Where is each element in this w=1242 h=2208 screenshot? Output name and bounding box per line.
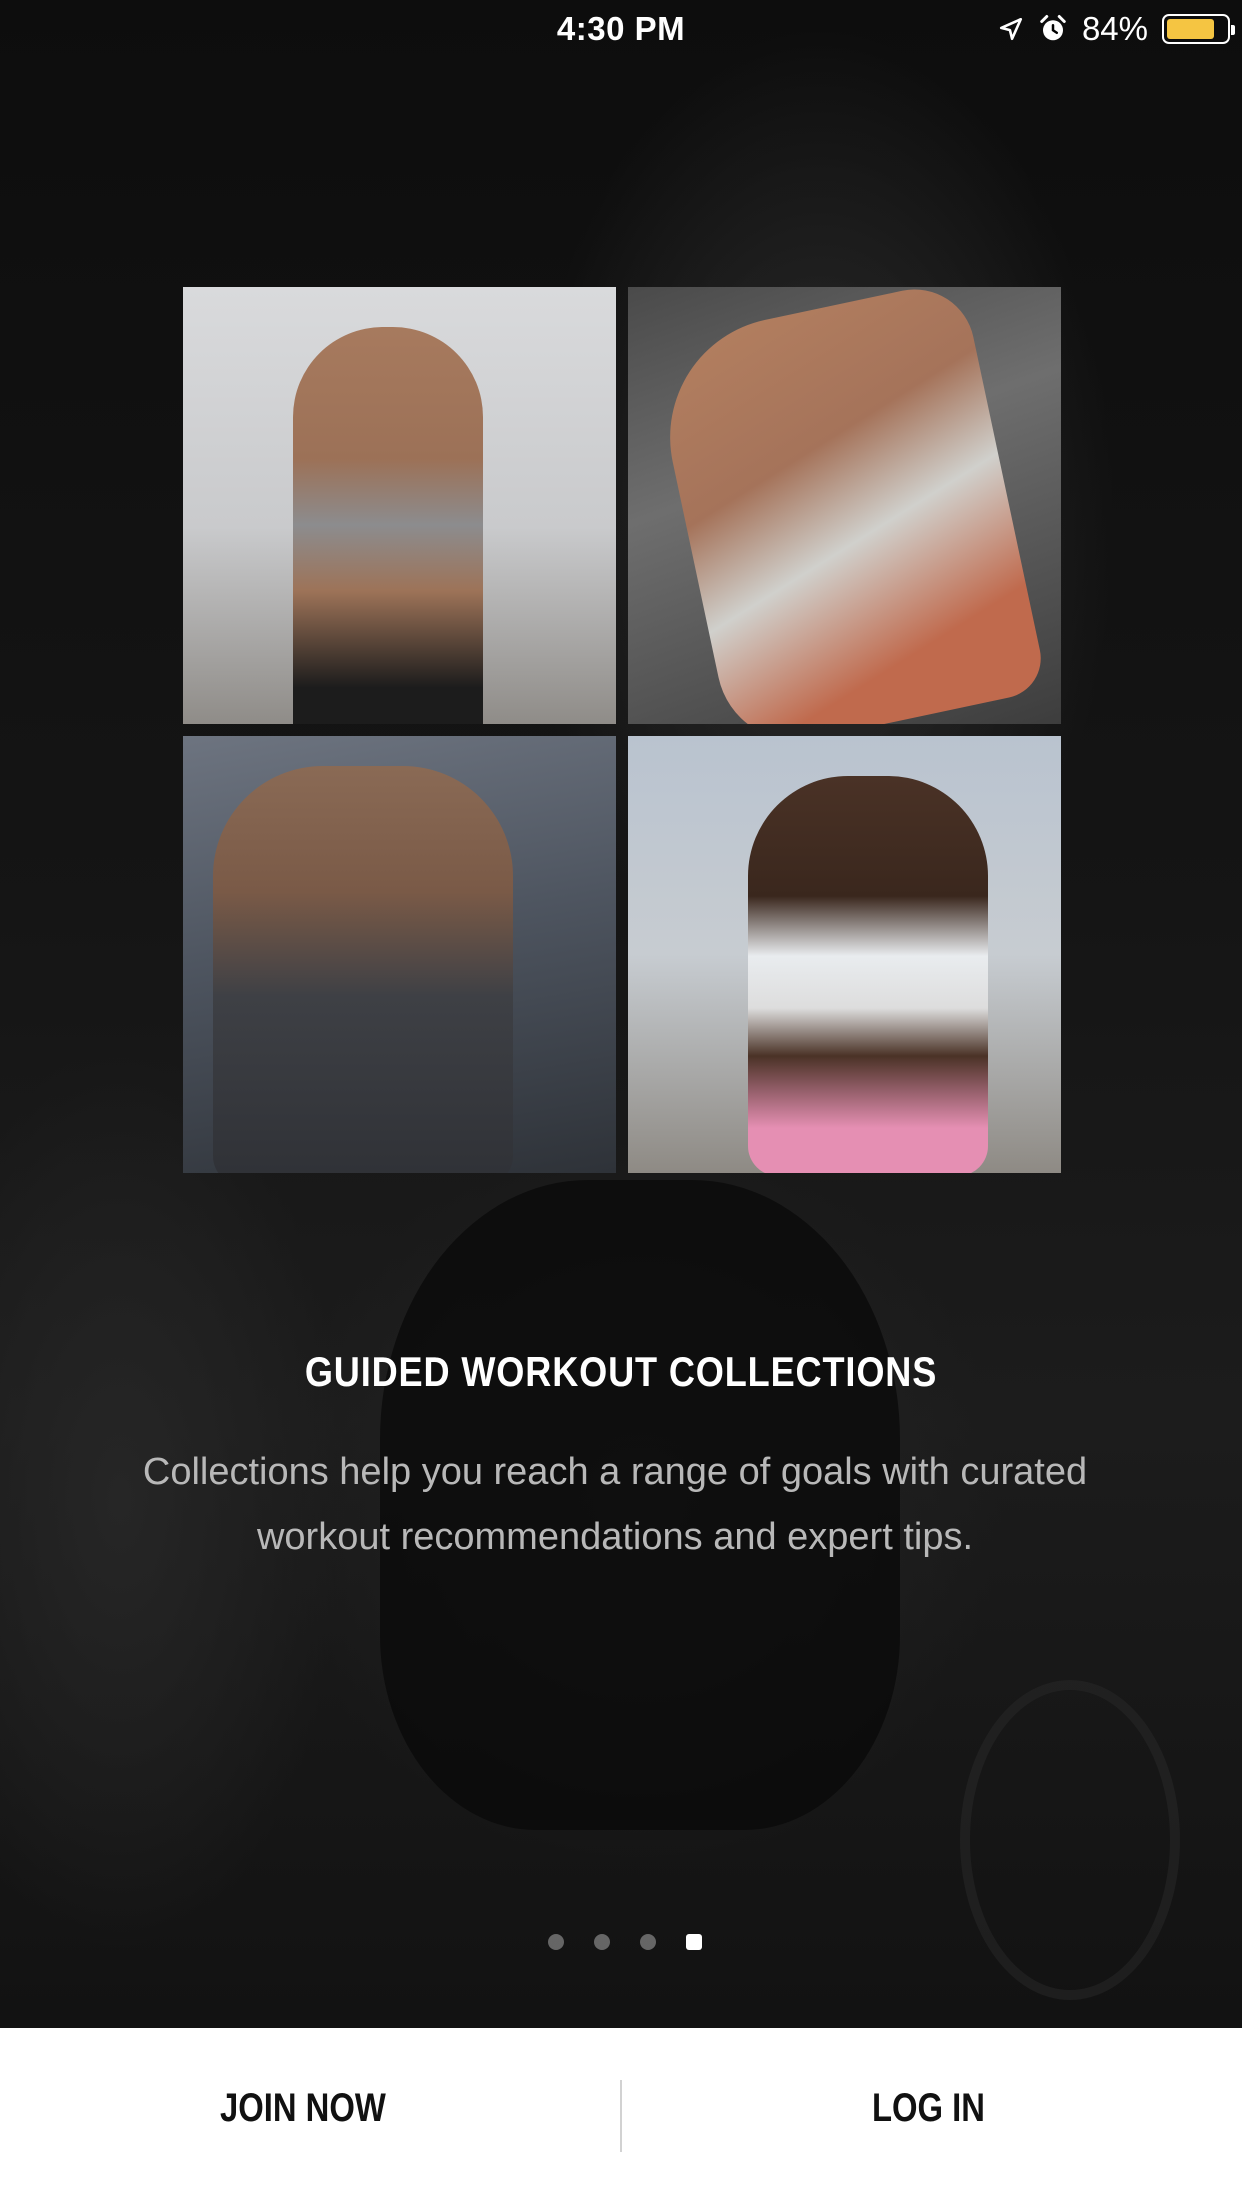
workout-collage-image <box>183 287 1061 1173</box>
athlete-figure <box>293 327 483 724</box>
status-icons: 84% <box>998 10 1235 48</box>
log-in-label: LOG IN <box>872 2086 985 2130</box>
onboarding-screen: 4:30 PM 84% GUIDED WORKOUT COLLECTIONS C… <box>0 0 1242 2208</box>
battery-percent: 84% <box>1081 10 1148 47</box>
athlete-figure <box>748 776 988 1173</box>
page-indicator[interactable] <box>540 1932 708 1952</box>
log-in-button[interactable]: LOG IN <box>872 2068 1010 2148</box>
page-dot-active[interactable] <box>686 1934 702 1950</box>
page-dot[interactable] <box>594 1934 610 1950</box>
athlete-figure <box>213 766 513 1173</box>
status-bar: 4:30 PM 84% <box>0 0 1242 58</box>
bottom-action-bar: JOIN NOW LOG IN <box>0 2028 1242 2208</box>
woman-outdoor-photo <box>628 736 1061 1173</box>
woman-stretching-photo <box>628 287 1061 724</box>
background-weight-plate <box>960 1680 1180 2000</box>
battery-icon <box>1162 14 1235 44</box>
join-now-button[interactable]: JOIN NOW <box>220 2068 422 2148</box>
page-dot[interactable] <box>640 1934 656 1950</box>
man-training-photo <box>183 736 616 1173</box>
location-arrow-icon <box>999 17 1022 41</box>
woman-reaching-photo <box>183 287 616 724</box>
alarm-clock-icon <box>1040 15 1066 41</box>
athlete-figure <box>647 287 1049 724</box>
battery-fill <box>1167 19 1214 39</box>
bottom-divider <box>620 2080 622 2152</box>
onboarding-description: Collections help you reach a range of go… <box>142 1451 1088 1558</box>
join-now-label: JOIN NOW <box>220 2086 386 2130</box>
page-dot[interactable] <box>548 1934 564 1950</box>
onboarding-title: GUIDED WORKOUT COLLECTIONS <box>304 1348 938 1395</box>
battery-cap <box>1231 25 1235 35</box>
